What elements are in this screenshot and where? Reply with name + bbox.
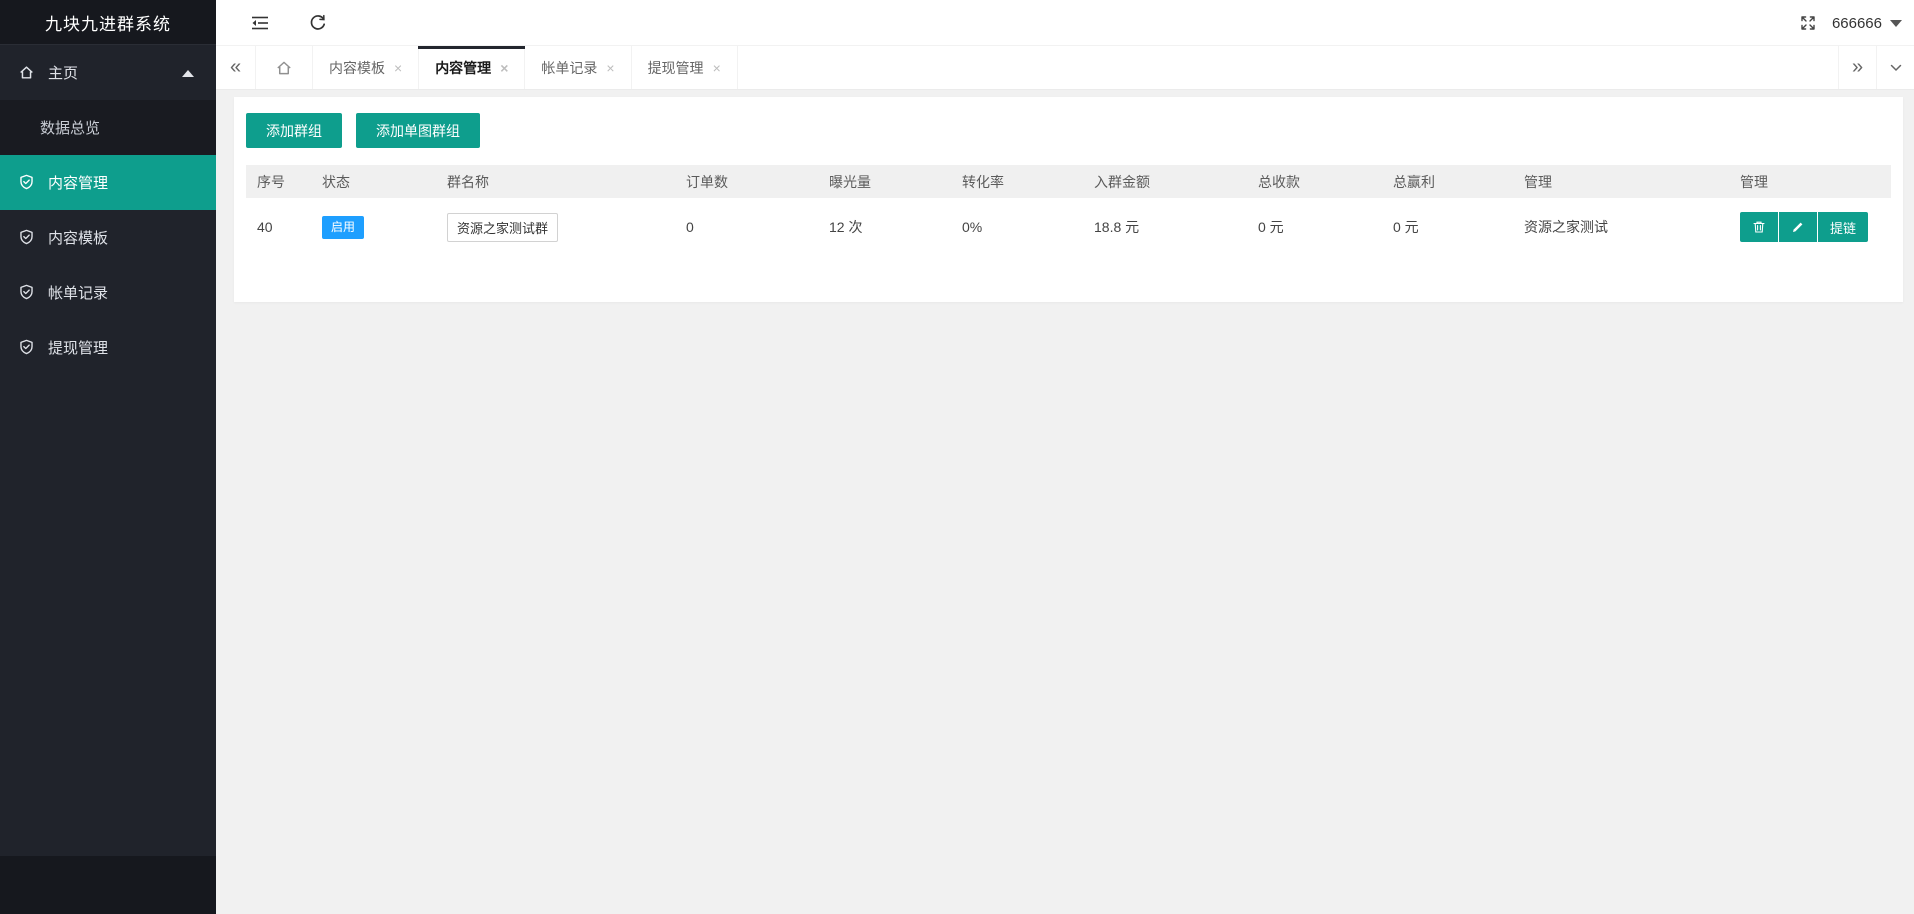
shield-check-icon bbox=[18, 229, 35, 246]
cell-join-amount: 18.8 元 bbox=[1083, 217, 1247, 237]
col-header-actions: 管理 bbox=[1729, 172, 1880, 192]
sidebar-item-withdraw-manage[interactable]: 提现管理 bbox=[0, 320, 216, 375]
chevron-down-icon bbox=[1888, 60, 1904, 76]
sidebar-footer bbox=[0, 856, 216, 914]
username: 666666 bbox=[1832, 15, 1882, 32]
get-link-button[interactable]: 提链 bbox=[1818, 212, 1868, 242]
table-row: 40 启用 资源之家测试群 0 12 次 0% 18.8 元 0 元 0 元 资… bbox=[246, 198, 1891, 256]
add-single-image-group-button[interactable]: 添加单图群组 bbox=[356, 113, 480, 148]
tab-label: 内容管理 bbox=[435, 58, 491, 78]
tabs-scroll-right-button[interactable]: » bbox=[1838, 46, 1876, 89]
refresh-icon[interactable] bbox=[308, 13, 328, 33]
col-header-exposure: 曝光量 bbox=[818, 172, 951, 192]
toolbar: 添加群组 添加单图群组 bbox=[246, 113, 1891, 148]
cell-orders: 0 bbox=[675, 219, 818, 235]
app-window: 九块九进群系统 主页 数据总览 内容管理 内容模板 bbox=[0, 0, 1914, 914]
tab-content-manage[interactable]: 内容管理 × bbox=[419, 46, 525, 89]
user-menu[interactable]: 666666 bbox=[1832, 0, 1902, 46]
app-title: 九块九进群系统 bbox=[0, 0, 216, 45]
sidebar-item-bill-record[interactable]: 帐单记录 bbox=[0, 265, 216, 320]
col-header-conversion: 转化率 bbox=[951, 172, 1083, 192]
status-badge: 启用 bbox=[322, 216, 364, 239]
close-icon[interactable]: × bbox=[606, 61, 614, 75]
tab-label: 内容模板 bbox=[329, 58, 385, 78]
cell-total-received: 0 元 bbox=[1247, 217, 1382, 237]
col-header-orders: 订单数 bbox=[675, 172, 818, 192]
sidebar-item-data-overview[interactable]: 数据总览 bbox=[0, 100, 216, 155]
caret-up-icon bbox=[182, 70, 194, 77]
sidebar-item-home[interactable]: 主页 bbox=[0, 45, 216, 100]
caret-down-icon bbox=[1890, 20, 1902, 27]
tab-content-template[interactable]: 内容模板 × bbox=[313, 46, 419, 89]
tabs-menu-button[interactable] bbox=[1876, 46, 1914, 89]
col-header-total-received: 总收款 bbox=[1247, 172, 1382, 192]
cell-total-profit: 0 元 bbox=[1382, 217, 1513, 237]
group-name-box[interactable]: 资源之家测试群 bbox=[447, 213, 558, 242]
row-actions: 提链 bbox=[1740, 212, 1880, 242]
sidebar-item-content-manage[interactable]: 内容管理 bbox=[0, 155, 216, 210]
sidebar-item-label: 数据总览 bbox=[40, 117, 100, 138]
sidebar-item-label: 内容模板 bbox=[48, 227, 108, 248]
tabs-scroll-left-button[interactable]: « bbox=[216, 46, 256, 89]
close-icon[interactable]: × bbox=[713, 61, 721, 75]
tab-home[interactable] bbox=[256, 46, 313, 89]
tab-withdraw-manage[interactable]: 提现管理 × bbox=[632, 46, 738, 89]
content-panel: 添加群组 添加单图群组 序号 状态 群名称 订单数 曝光量 转化率 入群金额 总… bbox=[234, 97, 1903, 302]
trash-icon bbox=[1752, 220, 1766, 234]
groups-table: 序号 状态 群名称 订单数 曝光量 转化率 入群金额 总收款 总赢利 管理 管理… bbox=[246, 165, 1891, 256]
tab-bill-record[interactable]: 帐单记录 × bbox=[525, 46, 631, 89]
sidebar-item-label: 帐单记录 bbox=[48, 282, 108, 303]
tab-label: 帐单记录 bbox=[541, 58, 597, 78]
home-icon bbox=[275, 59, 293, 77]
shield-check-icon bbox=[18, 284, 35, 301]
sidebar: 九块九进群系统 主页 数据总览 内容管理 内容模板 bbox=[0, 0, 216, 914]
tabbar: « 内容模板 × 内容管理 × 帐单记录 × 提现管理 × » bbox=[216, 46, 1914, 90]
cell-manager: 资源之家测试 bbox=[1513, 217, 1729, 237]
close-icon[interactable]: × bbox=[394, 61, 402, 75]
fullscreen-icon[interactable] bbox=[1798, 13, 1818, 33]
table-header-row: 序号 状态 群名称 订单数 曝光量 转化率 入群金额 总收款 总赢利 管理 管理 bbox=[246, 165, 1891, 198]
col-header-total-profit: 总赢利 bbox=[1382, 172, 1513, 192]
tab-label: 提现管理 bbox=[648, 58, 704, 78]
sidebar-item-content-template[interactable]: 内容模板 bbox=[0, 210, 216, 265]
tabbar-spacer bbox=[738, 46, 1838, 89]
edit-button[interactable] bbox=[1779, 212, 1817, 242]
delete-button[interactable] bbox=[1740, 212, 1778, 242]
col-header-manager: 管理 bbox=[1513, 172, 1729, 192]
shield-check-icon bbox=[18, 339, 35, 356]
topbar: 666666 bbox=[216, 0, 1914, 46]
cell-exposure: 12 次 bbox=[818, 217, 951, 237]
sidebar-item-label: 提现管理 bbox=[48, 337, 108, 358]
close-icon[interactable]: × bbox=[500, 61, 508, 75]
add-group-button[interactable]: 添加群组 bbox=[246, 113, 342, 148]
menu-fold-icon[interactable] bbox=[250, 13, 270, 33]
pencil-icon bbox=[1791, 220, 1805, 234]
col-header-status: 状态 bbox=[311, 172, 436, 192]
col-header-index: 序号 bbox=[246, 172, 311, 192]
col-header-join-amount: 入群金额 bbox=[1083, 172, 1247, 192]
home-icon bbox=[18, 64, 35, 81]
shield-check-icon bbox=[18, 174, 35, 191]
sidebar-item-label: 主页 bbox=[48, 62, 78, 83]
col-header-group-name: 群名称 bbox=[436, 172, 675, 192]
cell-conversion: 0% bbox=[951, 219, 1083, 235]
cell-index: 40 bbox=[246, 219, 311, 235]
sidebar-item-label: 内容管理 bbox=[48, 172, 108, 193]
